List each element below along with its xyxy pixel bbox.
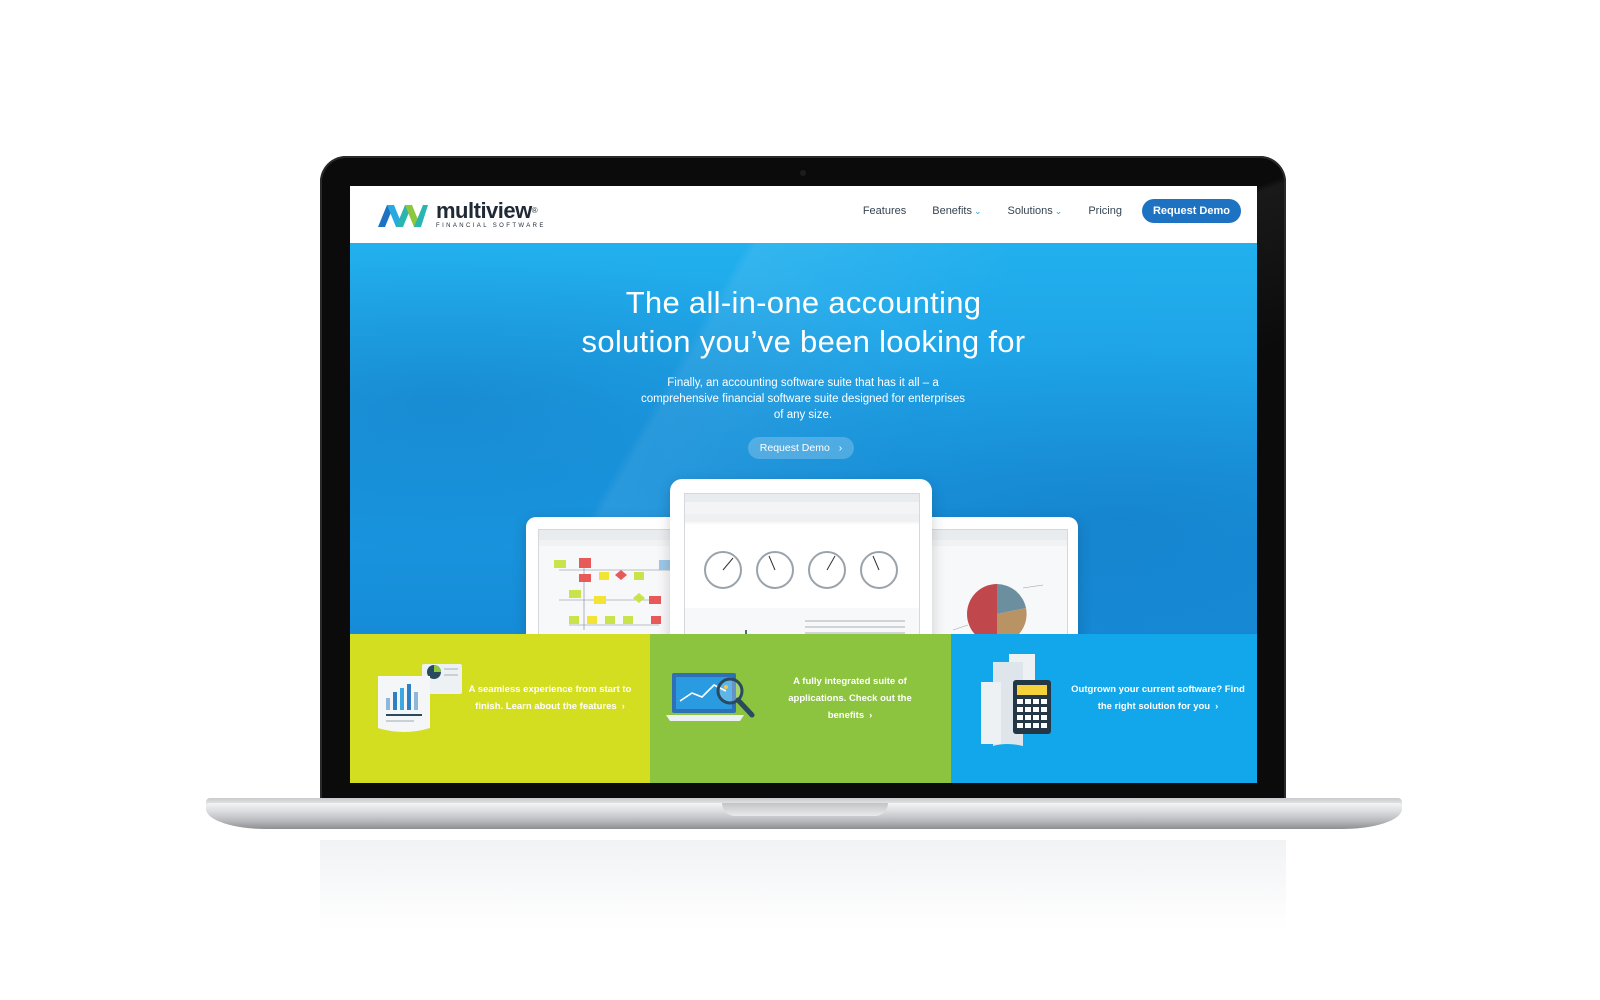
tile-benefits[interactable]: A fully integrated suite of applications… (650, 634, 951, 783)
nav-item-benefits[interactable]: Benefits ⌄ (932, 205, 981, 217)
laptop-screen: multiview® FINANCIAL SOFTWARE Features B… (350, 186, 1257, 783)
nav-item-label: Features (862, 205, 907, 217)
tile-solutions[interactable]: Outgrown your current software? Find the… (951, 634, 1257, 783)
chevron-right-icon: › (838, 442, 843, 454)
dashboard-gauges-image (685, 494, 919, 634)
nav-item-label: Solutions (1007, 205, 1053, 217)
logo-tagline: FINANCIAL SOFTWARE (436, 223, 546, 229)
chevron-right-icon: › (869, 710, 873, 721)
nav-item-label: Benefits (932, 205, 972, 217)
main-menu: Features Benefits ⌄ Solutions ⌄ Pricing Re… (863, 199, 1241, 223)
site-header: multiview® FINANCIAL SOFTWARE Features B… (350, 186, 1257, 243)
chevron-right-icon: › (1215, 701, 1219, 712)
tile-text: A seamless experience from start to fini… (465, 681, 635, 715)
hero-subtitle: Finally, an accounting software suite th… (623, 375, 983, 423)
laptop-notch (722, 803, 888, 816)
nav-item-solutions[interactable]: Solutions ⌄ (1008, 205, 1063, 217)
tile-text-line: benefits (827, 710, 865, 721)
chevron-right-icon: › (621, 701, 625, 712)
tile-features[interactable]: A seamless experience from start to fini… (350, 634, 650, 783)
tile-text-line: finish. Learn about the features (475, 701, 617, 712)
calculator-receipt-icon (981, 654, 1051, 746)
tile-text-line: the right solution for you (1097, 701, 1211, 712)
hero-title-line: solution you’ve been looking for (581, 324, 1026, 359)
tile-text: Outgrown your current software? Find the… (1059, 681, 1257, 715)
hero-subtitle-line: comprehensive financial software suite d… (640, 393, 966, 405)
report-chart-icon (378, 664, 462, 732)
laptop-reflection (320, 840, 1286, 930)
logo-registered: ® (531, 206, 538, 215)
hero-subtitle-line: Finally, an accounting software suite th… (667, 377, 939, 389)
tablet-dashboard-screenshot (670, 479, 932, 634)
hero-subtitle-line: of any size. (773, 409, 833, 421)
tile-text: A fully integrated suite of applications… (775, 673, 925, 724)
feature-tiles: A seamless experience from start to fini… (350, 634, 1257, 783)
hero-cta-label: Request Demo (759, 442, 830, 454)
laptop-magnifier-icon (666, 673, 755, 721)
tile-text-line: applications. Check out the (788, 693, 912, 704)
hero-title: The all-in-one accounting solution you’v… (350, 283, 1257, 361)
tile-text-line: Outgrown your current software? Find (1071, 684, 1245, 695)
tile-text-line: A fully integrated suite of (793, 676, 907, 687)
hero-request-demo-button[interactable]: Request Demo › (748, 437, 854, 459)
chevron-down-icon: ⌄ (1054, 206, 1063, 216)
multiview-logo-icon (378, 204, 428, 227)
chevron-down-icon: ⌄ (973, 206, 982, 216)
request-demo-button[interactable]: Request Demo (1141, 199, 1241, 223)
hero-title-line: The all-in-one accounting (625, 285, 982, 320)
camera (800, 170, 806, 176)
hero-section: The all-in-one accounting solution you’v… (350, 243, 1257, 634)
pie-chart-image (913, 530, 1067, 634)
logo-name: multiview (436, 198, 532, 223)
site-logo[interactable]: multiview® FINANCIAL SOFTWARE (378, 200, 546, 229)
nav-item-features[interactable]: Features (863, 205, 906, 217)
nav-item-label: Pricing (1088, 205, 1122, 217)
nav-item-pricing[interactable]: Pricing (1088, 205, 1122, 217)
tile-text-line: A seamless experience from start to (468, 684, 632, 695)
